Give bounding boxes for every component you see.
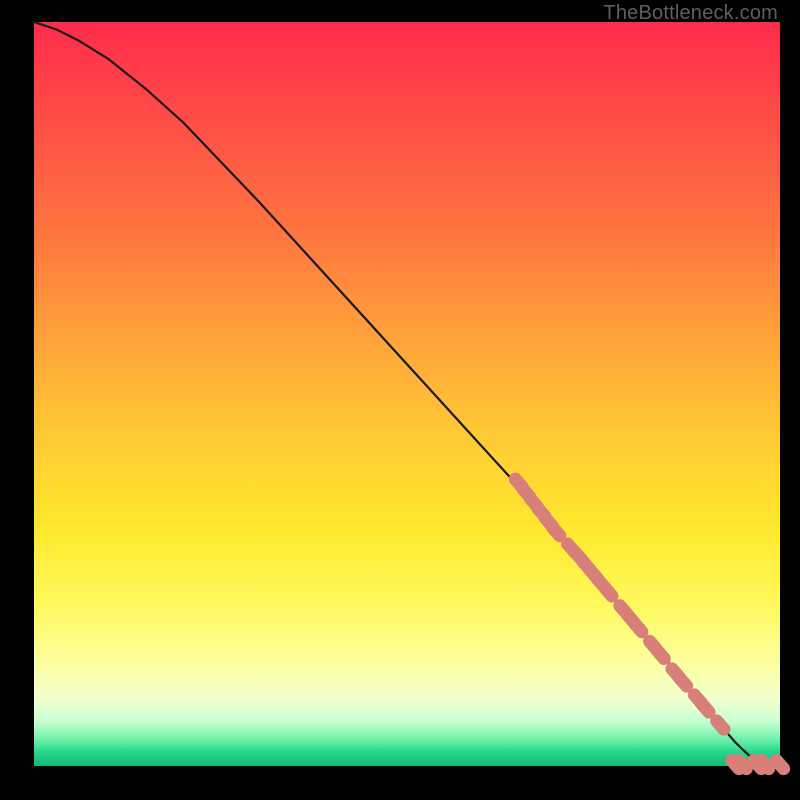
marker-dot	[679, 678, 686, 686]
marker-dot	[761, 760, 768, 768]
marker-dot	[776, 760, 783, 768]
marker-dot	[605, 588, 612, 596]
marker-dot	[553, 527, 560, 535]
marker-dot	[657, 650, 664, 658]
marker-dot	[635, 623, 642, 631]
marker-dot	[739, 760, 746, 768]
plot-area	[34, 22, 780, 766]
marker-dot	[702, 704, 709, 712]
marker-dot	[717, 721, 724, 729]
marker-group	[515, 479, 783, 769]
chart-frame: TheBottleneck.com	[0, 0, 800, 800]
curve-svg	[34, 22, 780, 766]
